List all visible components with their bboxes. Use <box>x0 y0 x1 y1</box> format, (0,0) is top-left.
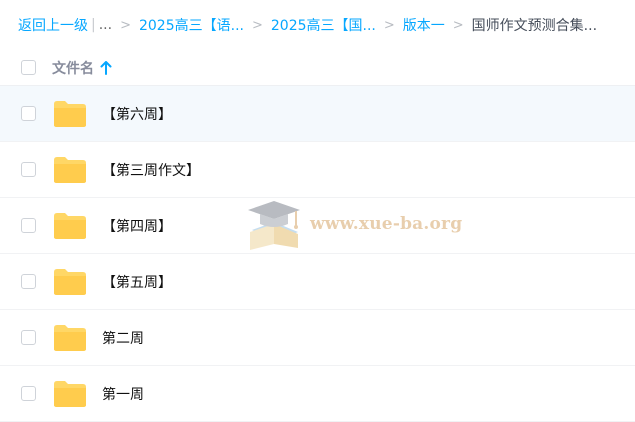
breadcrumb-item[interactable]: 版本一 <box>403 15 445 35</box>
file-row[interactable]: 【第六周】 <box>0 86 635 142</box>
file-row[interactable]: 第一周 <box>0 366 635 422</box>
file-list: 【第六周】 【第三周作文】 【第四周】 【第五周】 第二周 第一周 <box>0 86 635 422</box>
breadcrumb-separator-icon: > <box>452 17 464 33</box>
sort-ascending-icon <box>100 60 112 75</box>
folder-icon <box>54 380 86 407</box>
select-all-checkbox[interactable] <box>21 60 36 75</box>
file-name[interactable]: 【第六周】 <box>102 104 172 124</box>
file-row[interactable]: 【第三周作文】 <box>0 142 635 198</box>
breadcrumb: 返回上一级 | ... > 2025高三【语... > 2025高三【国... … <box>0 0 635 50</box>
sort-by-name-button[interactable]: 文件名 <box>52 58 112 78</box>
breadcrumb-item[interactable]: 2025高三【语... <box>139 15 244 35</box>
file-name[interactable]: 【第三周作文】 <box>102 160 200 180</box>
row-checkbox[interactable] <box>21 106 36 121</box>
row-checkbox[interactable] <box>21 330 36 345</box>
back-link[interactable]: 返回上一级 <box>18 15 88 35</box>
file-name[interactable]: 【第四周】 <box>102 216 172 236</box>
folder-icon <box>54 156 86 183</box>
column-header-name: 文件名 <box>52 60 94 77</box>
file-list-header: 文件名 <box>0 50 635 86</box>
breadcrumb-separator-icon: > <box>251 17 263 33</box>
row-checkbox[interactable] <box>21 218 36 233</box>
breadcrumb-item[interactable]: 2025高三【国... <box>271 15 376 35</box>
file-row[interactable]: 【第五周】 <box>0 254 635 310</box>
folder-icon <box>54 212 86 239</box>
breadcrumb-current: 国师作文预测合集... <box>471 18 598 34</box>
breadcrumb-separator-icon: > <box>120 17 131 33</box>
row-checkbox[interactable] <box>21 386 36 401</box>
folder-icon <box>54 324 86 351</box>
file-row[interactable]: 第二周 <box>0 310 635 366</box>
folder-icon <box>54 268 86 295</box>
file-row[interactable]: 【第四周】 <box>0 198 635 254</box>
breadcrumb-ellipsis[interactable]: ... <box>99 17 112 33</box>
file-name[interactable]: 第一周 <box>102 384 144 404</box>
file-name[interactable]: 第二周 <box>102 328 144 348</box>
breadcrumb-divider: | <box>91 17 96 33</box>
row-checkbox[interactable] <box>21 274 36 289</box>
row-checkbox[interactable] <box>21 162 36 177</box>
folder-icon <box>54 100 86 127</box>
file-name[interactable]: 【第五周】 <box>102 272 172 292</box>
breadcrumb-separator-icon: > <box>383 17 395 33</box>
